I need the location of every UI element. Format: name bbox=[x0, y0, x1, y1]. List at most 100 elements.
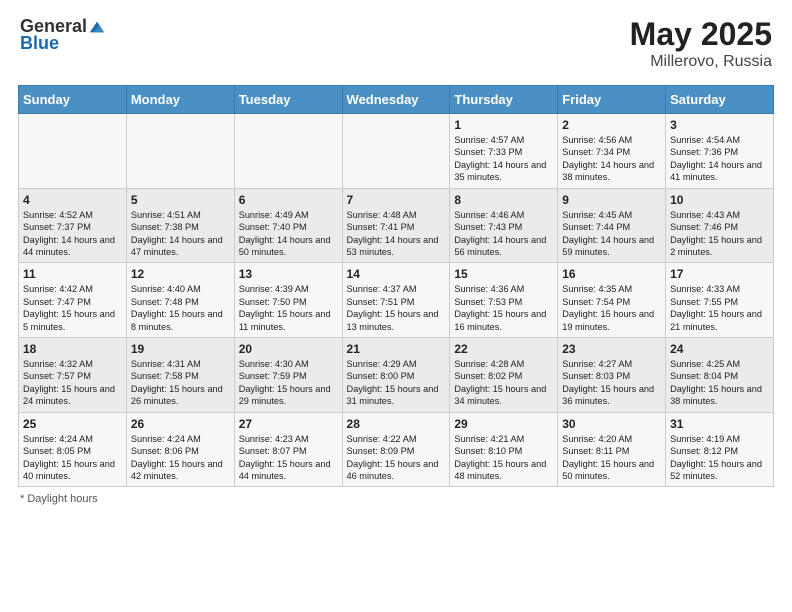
title-area: May 2025 Millerovo, Russia bbox=[630, 16, 772, 71]
calendar-day-header: Saturday bbox=[666, 86, 774, 114]
calendar-cell bbox=[234, 114, 342, 189]
calendar-day-header: Tuesday bbox=[234, 86, 342, 114]
calendar-cell: 30 Sunrise: 4:20 AMSunset: 8:11 PMDayligh… bbox=[558, 412, 666, 487]
day-number: 27 bbox=[239, 417, 338, 431]
calendar-cell: 24 Sunrise: 4:25 AMSunset: 8:04 PMDayligh… bbox=[666, 338, 774, 413]
calendar-header-row: SundayMondayTuesdayWednesdayThursdayFrid… bbox=[19, 86, 774, 114]
cell-content: Sunrise: 4:29 AMSunset: 8:00 PMDaylight:… bbox=[347, 358, 446, 408]
calendar-cell: 7 Sunrise: 4:48 AMSunset: 7:41 PMDaylight… bbox=[342, 188, 450, 263]
day-number: 16 bbox=[562, 267, 661, 281]
calendar-cell: 14Sunrise: 4:37 AMSunset: 7:51 PMDayligh… bbox=[342, 263, 450, 338]
day-number: 21 bbox=[347, 342, 446, 356]
day-number: 7 bbox=[347, 193, 446, 207]
calendar-cell: 15 Sunrise: 4:36 AMSunset: 7:53 PMDayligh… bbox=[450, 263, 558, 338]
calendar: SundayMondayTuesdayWednesdayThursdayFrid… bbox=[10, 85, 782, 487]
calendar-day-header: Friday bbox=[558, 86, 666, 114]
day-number: 23 bbox=[562, 342, 661, 356]
cell-content: Sunrise: 4:32 AMSunset: 7:57 PMDaylight:… bbox=[23, 358, 122, 408]
day-number: 4 bbox=[23, 193, 122, 207]
day-number: 29 bbox=[454, 417, 553, 431]
calendar-cell: 31 Sunrise: 4:19 AMSunset: 8:12 PMDayligh… bbox=[666, 412, 774, 487]
cell-content: Sunrise: 4:24 AMSunset: 8:05 PMDaylight:… bbox=[23, 433, 122, 483]
day-number: 18 bbox=[23, 342, 122, 356]
cell-content: Sunrise: 4:28 AMSunset: 8:02 PMDaylight:… bbox=[454, 358, 553, 408]
cell-content: Sunrise: 4:51 AMSunset: 7:38 PMDaylight:… bbox=[131, 209, 230, 259]
main-title: May 2025 bbox=[630, 16, 772, 53]
day-number: 25 bbox=[23, 417, 122, 431]
calendar-cell: 22 Sunrise: 4:28 AMSunset: 8:02 PMDayligh… bbox=[450, 338, 558, 413]
cell-content: Sunrise: 4:33 AMSunset: 7:55 PMDaylight:… bbox=[670, 283, 769, 333]
cell-content: Sunrise: 4:56 AMSunset: 7:34 PMDaylight:… bbox=[562, 134, 661, 184]
day-number: 19 bbox=[131, 342, 230, 356]
calendar-table: SundayMondayTuesdayWednesdayThursdayFrid… bbox=[18, 85, 774, 487]
calendar-week-row: 11Sunrise: 4:42 AMSunset: 7:47 PMDayligh… bbox=[19, 263, 774, 338]
calendar-cell: 1 Sunrise: 4:57 AMSunset: 7:33 PMDaylight… bbox=[450, 114, 558, 189]
cell-content: Sunrise: 4:48 AMSunset: 7:41 PMDaylight:… bbox=[347, 209, 446, 259]
calendar-cell: 10 Sunrise: 4:43 AMSunset: 7:46 PMDayligh… bbox=[666, 188, 774, 263]
calendar-cell: 25 Sunrise: 4:24 AMSunset: 8:05 PMDayligh… bbox=[19, 412, 127, 487]
cell-content: Sunrise: 4:23 AMSunset: 8:07 PMDaylight:… bbox=[239, 433, 338, 483]
calendar-cell bbox=[126, 114, 234, 189]
calendar-cell: 19 Sunrise: 4:31 AMSunset: 7:58 PMDayligh… bbox=[126, 338, 234, 413]
calendar-cell: 11Sunrise: 4:42 AMSunset: 7:47 PMDayligh… bbox=[19, 263, 127, 338]
calendar-week-row: 4Sunrise: 4:52 AMSunset: 7:37 PMDaylight… bbox=[19, 188, 774, 263]
cell-content: Sunrise: 4:43 AMSunset: 7:46 PMDaylight:… bbox=[670, 209, 769, 259]
cell-content: Sunrise: 4:22 AMSunset: 8:09 PMDaylight:… bbox=[347, 433, 446, 483]
cell-content: Sunrise: 4:49 AMSunset: 7:40 PMDaylight:… bbox=[239, 209, 338, 259]
cell-content: Sunrise: 4:21 AMSunset: 8:10 PMDaylight:… bbox=[454, 433, 553, 483]
day-number: 11 bbox=[23, 267, 122, 281]
calendar-cell: 9 Sunrise: 4:45 AMSunset: 7:44 PMDaylight… bbox=[558, 188, 666, 263]
day-number: 1 bbox=[454, 118, 553, 132]
cell-content: Sunrise: 4:57 AMSunset: 7:33 PMDaylight:… bbox=[454, 134, 553, 184]
day-number: 12 bbox=[131, 267, 230, 281]
calendar-cell: 18 Sunrise: 4:32 AMSunset: 7:57 PMDayligh… bbox=[19, 338, 127, 413]
cell-content: Sunrise: 4:45 AMSunset: 7:44 PMDaylight:… bbox=[562, 209, 661, 259]
day-number: 17 bbox=[670, 267, 769, 281]
calendar-cell: 28Sunrise: 4:22 AMSunset: 8:09 PMDayligh… bbox=[342, 412, 450, 487]
day-number: 30 bbox=[562, 417, 661, 431]
cell-content: Sunrise: 4:46 AMSunset: 7:43 PMDaylight:… bbox=[454, 209, 553, 259]
day-number: 24 bbox=[670, 342, 769, 356]
cell-content: Sunrise: 4:27 AMSunset: 8:03 PMDaylight:… bbox=[562, 358, 661, 408]
calendar-cell: 17 Sunrise: 4:33 AMSunset: 7:55 PMDayligh… bbox=[666, 263, 774, 338]
cell-content: Sunrise: 4:54 AMSunset: 7:36 PMDaylight:… bbox=[670, 134, 769, 184]
calendar-cell bbox=[19, 114, 127, 189]
cell-content: Sunrise: 4:36 AMSunset: 7:53 PMDaylight:… bbox=[454, 283, 553, 333]
day-number: 31 bbox=[670, 417, 769, 431]
calendar-cell: 27 Sunrise: 4:23 AMSunset: 8:07 PMDayligh… bbox=[234, 412, 342, 487]
logo: General Blue bbox=[20, 16, 106, 54]
day-number: 14 bbox=[347, 267, 446, 281]
cell-content: Sunrise: 4:25 AMSunset: 8:04 PMDaylight:… bbox=[670, 358, 769, 408]
cell-content: Sunrise: 4:39 AMSunset: 7:50 PMDaylight:… bbox=[239, 283, 338, 333]
day-number: 9 bbox=[562, 193, 661, 207]
cell-content: Sunrise: 4:31 AMSunset: 7:58 PMDaylight:… bbox=[131, 358, 230, 408]
calendar-week-row: 18 Sunrise: 4:32 AMSunset: 7:57 PMDayligh… bbox=[19, 338, 774, 413]
calendar-cell: 29 Sunrise: 4:21 AMSunset: 8:10 PMDayligh… bbox=[450, 412, 558, 487]
cell-content: Sunrise: 4:35 AMSunset: 7:54 PMDaylight:… bbox=[562, 283, 661, 333]
calendar-cell bbox=[342, 114, 450, 189]
cell-content: Sunrise: 4:19 AMSunset: 8:12 PMDaylight:… bbox=[670, 433, 769, 483]
cell-content: Sunrise: 4:20 AMSunset: 8:11 PMDaylight:… bbox=[562, 433, 661, 483]
calendar-cell: 20Sunrise: 4:30 AMSunset: 7:59 PMDayligh… bbox=[234, 338, 342, 413]
day-number: 15 bbox=[454, 267, 553, 281]
day-number: 22 bbox=[454, 342, 553, 356]
calendar-cell: 16 Sunrise: 4:35 AMSunset: 7:54 PMDayligh… bbox=[558, 263, 666, 338]
day-number: 26 bbox=[131, 417, 230, 431]
day-number: 20 bbox=[239, 342, 338, 356]
calendar-day-header: Sunday bbox=[19, 86, 127, 114]
calendar-cell: 26Sunrise: 4:24 AMSunset: 8:06 PMDayligh… bbox=[126, 412, 234, 487]
day-number: 13 bbox=[239, 267, 338, 281]
calendar-cell: 13 Sunrise: 4:39 AMSunset: 7:50 PMDayligh… bbox=[234, 263, 342, 338]
calendar-week-row: 1 Sunrise: 4:57 AMSunset: 7:33 PMDaylight… bbox=[19, 114, 774, 189]
calendar-cell: 3 Sunrise: 4:54 AMSunset: 7:36 PMDaylight… bbox=[666, 114, 774, 189]
calendar-day-header: Monday bbox=[126, 86, 234, 114]
day-number: 10 bbox=[670, 193, 769, 207]
day-number: 5 bbox=[131, 193, 230, 207]
calendar-day-header: Wednesday bbox=[342, 86, 450, 114]
cell-content: Sunrise: 4:40 AMSunset: 7:48 PMDaylight:… bbox=[131, 283, 230, 333]
calendar-cell: 8Sunrise: 4:46 AMSunset: 7:43 PMDaylight… bbox=[450, 188, 558, 263]
calendar-cell: 4Sunrise: 4:52 AMSunset: 7:37 PMDaylight… bbox=[19, 188, 127, 263]
day-number: 3 bbox=[670, 118, 769, 132]
calendar-cell: 5 Sunrise: 4:51 AMSunset: 7:38 PMDaylight… bbox=[126, 188, 234, 263]
footer-note: * Daylight hours bbox=[10, 493, 782, 505]
